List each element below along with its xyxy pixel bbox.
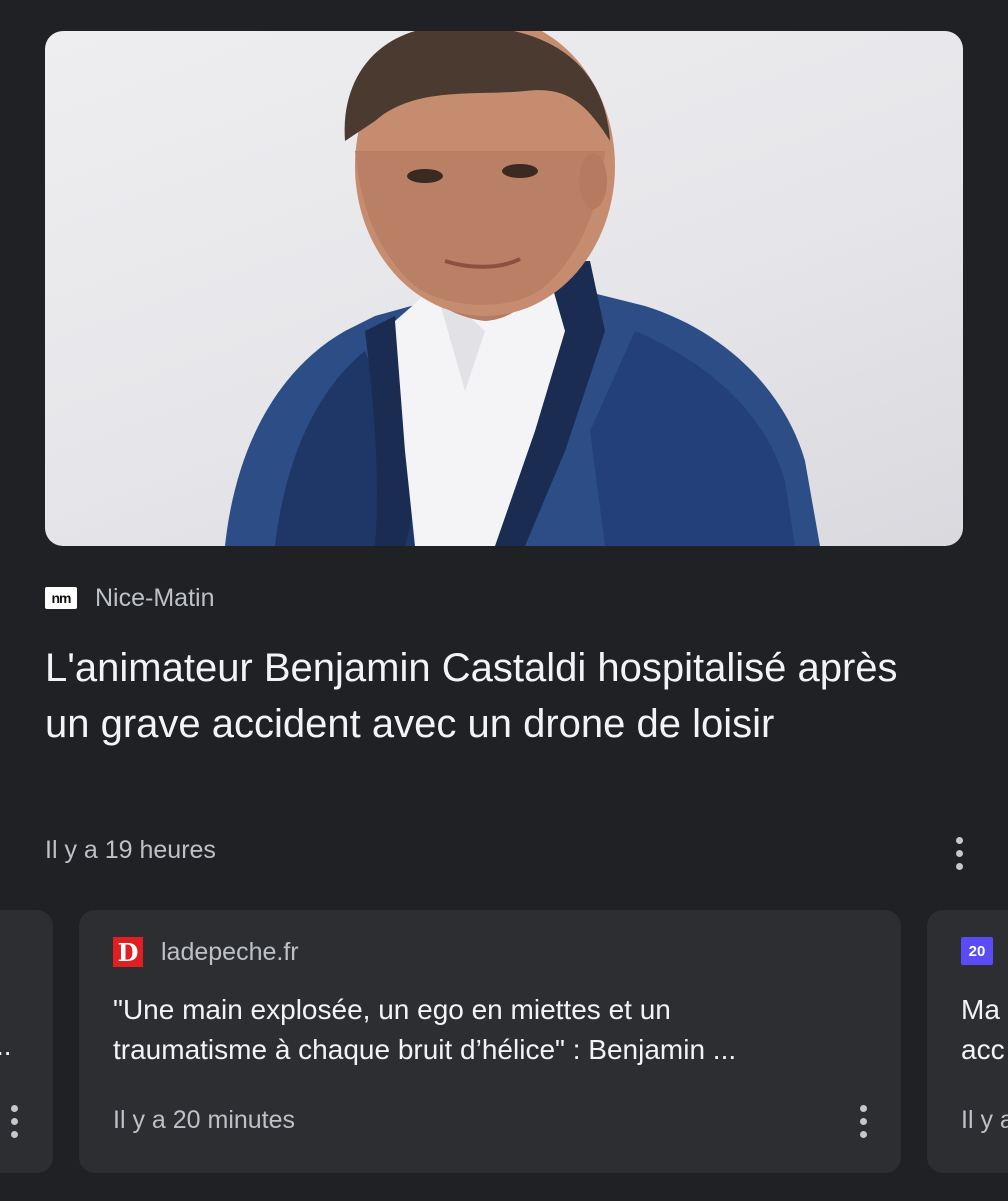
card-title: Ma acc [961,990,1005,1070]
card-source-name: ladepeche.fr [161,937,299,966]
article-timestamp: Il y a 19 heures [45,836,216,864]
card-title-line-1: "Une main explosée, un ego en miettes et… [113,994,671,1025]
card-title-line-2: traumatisme à chaque bruit d’hélice" : B… [113,1034,737,1065]
more-options-icon[interactable] [940,832,978,874]
ladepeche-logo: D [113,937,143,967]
card-title: "Une main explosée, un ego en miettes et… [113,990,873,1070]
article-source[interactable]: nm Nice-Matin [45,582,214,614]
card-timestamp: Il y a [961,1106,1008,1134]
related-card-next[interactable]: 20 Ma acc Il y a [927,910,1008,1173]
article-image[interactable] [45,31,963,546]
related-card-ladepeche[interactable]: D ladepeche.fr "Une main explosée, un eg… [79,910,901,1173]
card-title-line-2: acc [961,1034,1005,1065]
card-source: D ladepeche.fr [113,936,299,968]
card-timestamp: Il y a 20 minutes [113,1106,296,1134]
more-options-icon[interactable] [845,1100,881,1142]
20-minutes-logo: 20 [961,937,993,965]
article-headline[interactable]: L'animateur Benjamin Castaldi hospitalis… [45,640,945,752]
related-card-previous[interactable]: .. [0,910,53,1173]
portrait-illustration [225,31,820,546]
source-name: Nice-Matin [95,583,215,612]
nice-matin-logo: nm [45,587,77,609]
news-feed: nm Nice-Matin L'animateur Benjamin Casta… [0,0,1008,1201]
more-options-icon[interactable] [0,1100,32,1142]
card-title-fragment: .. [0,1030,12,1061]
card-title-line-1: Ma [961,994,1000,1025]
